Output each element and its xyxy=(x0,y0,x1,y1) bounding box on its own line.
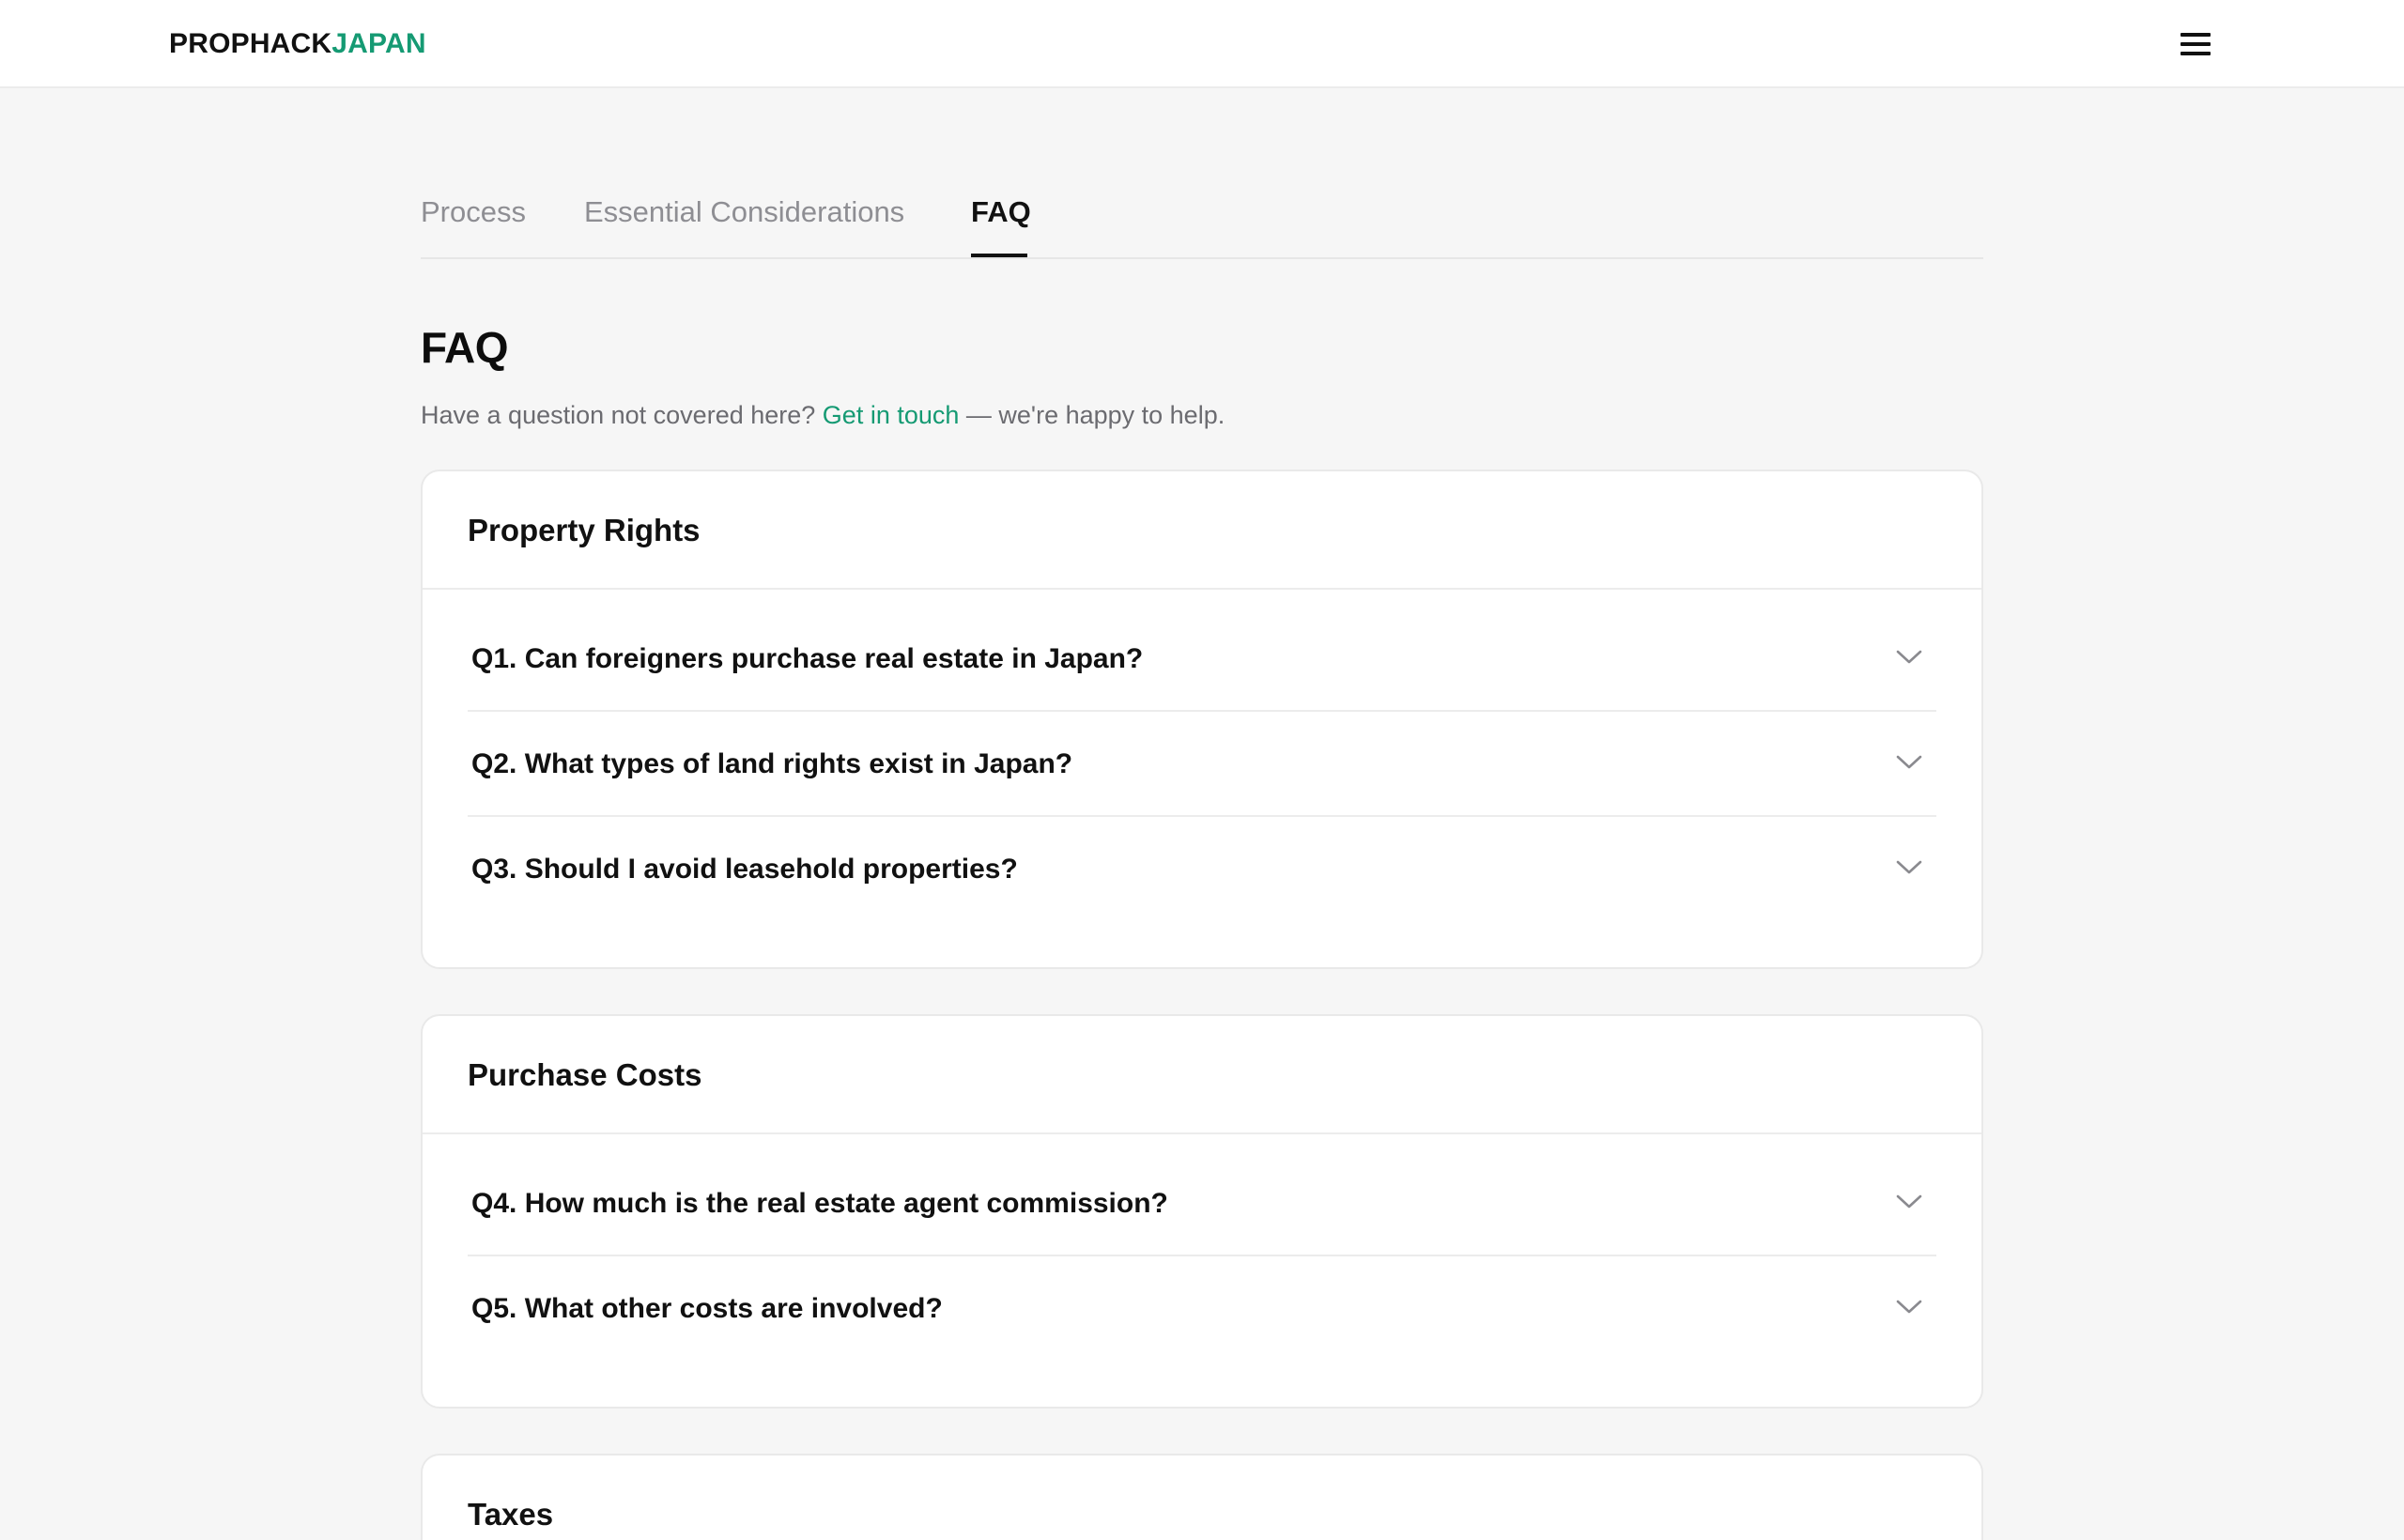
faq-question-q5[interactable]: Q5. What other costs are involved? xyxy=(468,1256,1936,1362)
question-list: Q4. How much is the real estate agent co… xyxy=(423,1134,1981,1392)
logo-text-japan: JAPAN xyxy=(331,28,426,59)
hamburger-menu-icon[interactable] xyxy=(2177,28,2214,60)
section-header: Purchase Costs xyxy=(423,1016,1981,1134)
tab-faq[interactable]: FAQ xyxy=(971,193,1031,231)
question-list: Q1. Can foreigners purchase real estate … xyxy=(423,590,1981,952)
top-navigation-bar: PROPHACKJAPAN xyxy=(0,0,2404,88)
logo-text-prophack: PROPHACK xyxy=(169,28,332,59)
chevron-down-icon xyxy=(1896,650,1922,664)
question-text: Q3. Should I avoid leasehold properties? xyxy=(471,854,1018,885)
menu-line xyxy=(2181,33,2211,37)
section-title: Taxes xyxy=(468,1497,554,1532)
faq-section-purchase-costs: Purchase Costs Q4. How much is the real … xyxy=(421,1014,1983,1409)
section-header: Property Rights xyxy=(423,471,1981,590)
faq-question-q2[interactable]: Q2. What types of land rights exist in J… xyxy=(468,712,1936,817)
faq-question-q3[interactable]: Q3. Should I avoid leasehold properties? xyxy=(468,817,1936,922)
section-header: Taxes xyxy=(423,1455,1981,1540)
question-text: Q2. What types of land rights exist in J… xyxy=(471,748,1073,779)
section-title: Property Rights xyxy=(468,513,701,547)
page-title: FAQ xyxy=(421,323,509,372)
faq-question-q4[interactable]: Q4. How much is the real estate agent co… xyxy=(468,1151,1936,1256)
active-tab-indicator xyxy=(971,254,1027,257)
section-tabs: Process Essential Considerations FAQ xyxy=(421,167,1983,259)
chevron-down-icon xyxy=(1896,755,1922,769)
get-in-touch-link[interactable]: Get in touch xyxy=(823,401,960,429)
faq-question-q1[interactable]: Q1. Can foreigners purchase real estate … xyxy=(468,607,1936,712)
subtitle-text-after: — we're happy to help. xyxy=(965,401,1225,429)
site-logo[interactable]: PROPHACKJAPAN xyxy=(169,26,426,62)
question-text: Q1. Can foreigners purchase real estate … xyxy=(471,643,1144,674)
tab-process[interactable]: Process xyxy=(421,193,526,231)
faq-section-property-rights: Property Rights Q1. Can foreigners purch… xyxy=(421,470,1983,969)
section-title: Purchase Costs xyxy=(468,1057,702,1092)
subtitle-text-before: Have a question not covered here? xyxy=(421,401,816,429)
faq-section-taxes: Taxes xyxy=(421,1454,1983,1540)
chevron-down-icon xyxy=(1896,1194,1922,1209)
page-subtitle: Have a question not covered here? Get in… xyxy=(421,398,1225,432)
chevron-down-icon xyxy=(1896,860,1922,874)
menu-line xyxy=(2181,42,2211,46)
chevron-down-icon xyxy=(1896,1300,1922,1314)
menu-line xyxy=(2181,52,2211,55)
tab-essential-considerations[interactable]: Essential Considerations xyxy=(584,193,904,231)
question-text: Q5. What other costs are involved? xyxy=(471,1293,943,1324)
question-text: Q4. How much is the real estate agent co… xyxy=(471,1188,1168,1219)
